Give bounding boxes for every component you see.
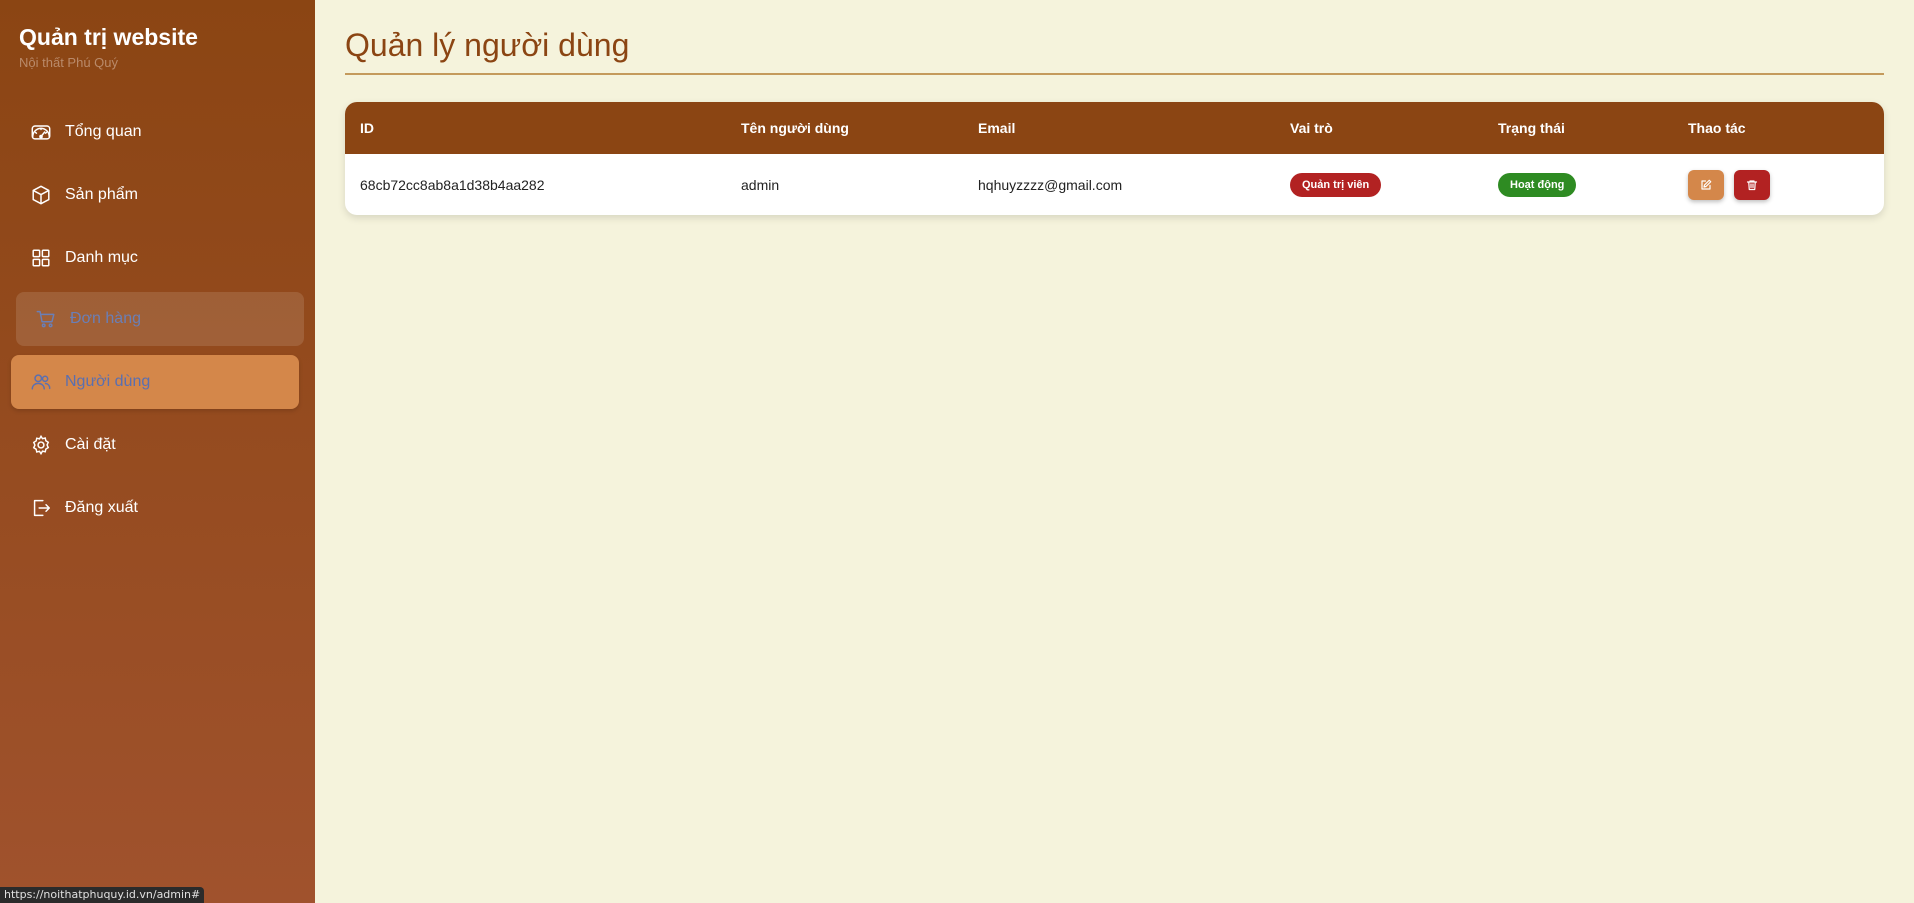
cell-email: hqhuyzzzz@gmail.com (978, 176, 1123, 193)
edit-icon (1700, 179, 1712, 191)
sidebar-item-label: Đăng xuất (65, 499, 138, 516)
brand: Quản trị website Nội thất Phú Quý (0, 0, 315, 105)
table-header-row: ID Tên người dùng Email Vai trò Trạng th… (345, 102, 1884, 154)
cell-actions (1673, 154, 1884, 215)
sidebar-item-settings[interactable]: Cài đặt (11, 418, 299, 472)
sidebar-item-label: Người dùng (65, 373, 151, 390)
box-icon (30, 184, 52, 206)
column-header-actions: Thao tác (1688, 120, 1746, 136)
status-url: https://noithatphuquy.id.vn/admin# (0, 887, 205, 903)
column-header-username[interactable]: Tên người dùng (726, 102, 963, 154)
trash-icon (1746, 179, 1758, 191)
delete-user-button[interactable] (1733, 169, 1770, 200)
cell-id: 68cb72cc8ab8a1d38b4aa282 (360, 176, 545, 193)
table-row: 68cb72cc8ab8a1d38b4aa282 admin hqhuyzzzz… (345, 154, 1884, 215)
dashboard-icon (30, 121, 52, 143)
users-icon (30, 371, 52, 393)
brand-subtitle: Nội thất Phú Quý (19, 55, 118, 70)
column-header-id[interactable]: ID (345, 102, 726, 154)
cart-icon (35, 308, 57, 330)
sidebar-item-label: Đơn hàng (70, 310, 141, 327)
cell-role: Quản trị viên (1275, 154, 1483, 215)
sidebar-item-label: Danh mục (65, 249, 138, 266)
status-badge: Hoạt động (1498, 172, 1577, 197)
users-table-card: ID Tên người dùng Email Vai trò Trạng th… (345, 102, 1884, 215)
grid-icon (30, 247, 52, 269)
logout-icon (30, 497, 52, 519)
sidebar-item-users[interactable]: Người dùng (11, 355, 299, 409)
sidebar-item-label: Cài đặt (65, 436, 116, 453)
cell-status: Hoạt động (1483, 154, 1673, 215)
column-header-email[interactable]: Email (963, 102, 1275, 154)
main-content: Quản lý người dùng ID Tên người dùng Ema… (315, 0, 1914, 903)
sidebar-item-label: Tổng quan (65, 123, 142, 140)
sidebar-item-logout[interactable]: Đăng xuất (11, 481, 299, 535)
column-header-status[interactable]: Trạng thái (1483, 102, 1673, 154)
sidebar-item-orders[interactable]: Đơn hàng (16, 292, 304, 346)
page-title: Quản lý người dùng (345, 0, 1884, 75)
sidebar-item-categories[interactable]: Danh mục (11, 231, 299, 285)
brand-title: Quản trị website (19, 24, 198, 50)
sidebar: Quản trị website Nội thất Phú Quý Tổng q… (0, 0, 315, 903)
role-badge: Quản trị viên (1290, 172, 1382, 197)
cell-username: admin (741, 176, 780, 193)
users-table: ID Tên người dùng Email Vai trò Trạng th… (345, 102, 1884, 215)
sidebar-item-label: Sản phẩm (65, 186, 138, 203)
column-header-role[interactable]: Vai trò (1275, 102, 1483, 154)
sidebar-item-products[interactable]: Sản phẩm (11, 168, 299, 222)
sidebar-item-overview[interactable]: Tổng quan (11, 105, 299, 159)
gear-icon (30, 434, 52, 456)
edit-user-button[interactable] (1688, 169, 1724, 200)
